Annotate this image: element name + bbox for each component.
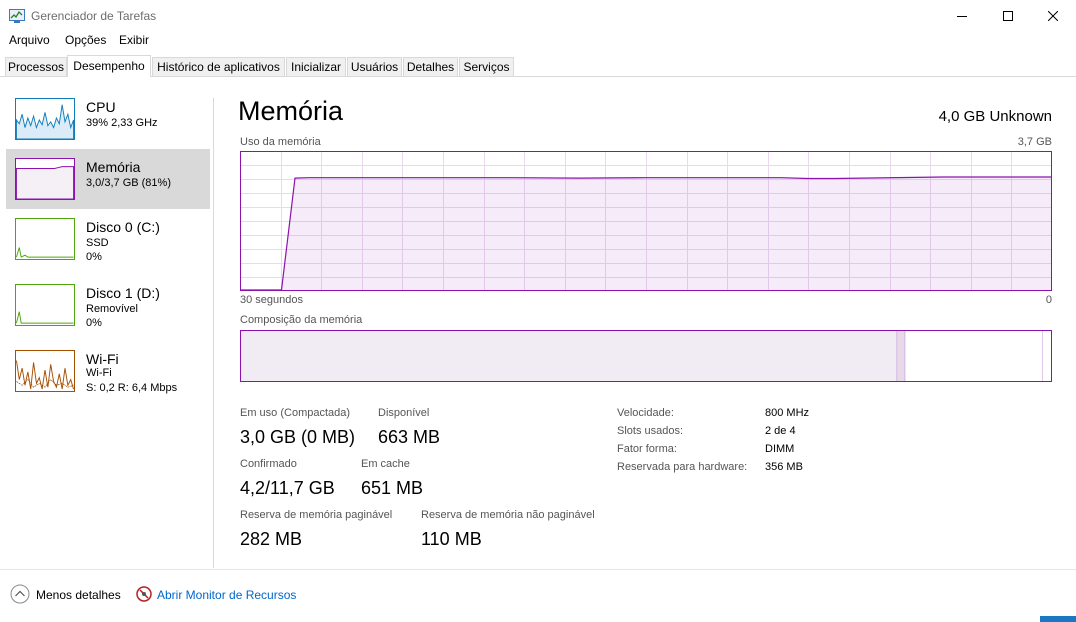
resource-monitor-icon xyxy=(136,586,152,602)
speed-value: 800 MHz xyxy=(765,407,810,419)
hardware-reserved-label: Reservada para hardware: xyxy=(617,461,748,473)
chevron-up-icon[interactable] xyxy=(10,584,30,604)
slots-value: 2 de 4 xyxy=(765,425,796,437)
maximize-button[interactable] xyxy=(985,0,1031,32)
cpu-thumbnail xyxy=(15,98,75,140)
hardware-reserved-value: 356 MB xyxy=(765,461,803,473)
composition-modified-segment xyxy=(897,331,906,381)
available-value: 663 MB xyxy=(378,427,441,447)
composition-in-use-segment xyxy=(241,331,898,381)
speed-label: Velocidade: xyxy=(617,407,674,419)
tab-inicializar[interactable]: Inicializar xyxy=(286,57,346,76)
menu-exibir[interactable]: Exibir xyxy=(119,33,149,47)
menu-opcoes[interactable]: Opções xyxy=(65,33,106,47)
sidebar-item-memoria[interactable]: Memória 3,0/3,7 GB (81%) xyxy=(6,149,210,209)
sidebar-item-detail: S: 0,2 R: 6,4 Mbps xyxy=(86,382,178,394)
memory-composition-bar xyxy=(240,330,1052,382)
committed-value: 4,2/11,7 GB xyxy=(240,478,335,498)
memory-usage-area xyxy=(241,177,1051,290)
composition-standby-segment xyxy=(905,331,1043,381)
composition-free-segment xyxy=(1042,331,1051,381)
cached-value: 651 MB xyxy=(361,478,424,498)
memory-thumbnail xyxy=(15,158,75,200)
minimize-icon xyxy=(957,16,967,17)
sidebar-item-title: Disco 1 (D:) xyxy=(86,285,160,301)
graph-label: Uso da memória xyxy=(240,136,321,148)
nonpaged-pool-value: 110 MB xyxy=(421,529,482,549)
committed-label: Confirmado xyxy=(240,458,297,470)
sidebar-item-detail: 0% xyxy=(86,317,102,329)
tab-strip: Processos Desempenho Histórico de aplica… xyxy=(0,55,1076,77)
footer-divider xyxy=(0,569,1076,570)
title-bar xyxy=(0,0,1076,32)
memory-usage-graph xyxy=(240,151,1052,291)
taskbar-edge xyxy=(1040,616,1076,622)
cached-label: Em cache xyxy=(361,458,410,470)
form-factor-value: DIMM xyxy=(765,443,795,455)
window-title: Gerenciador de Tarefas xyxy=(31,9,157,23)
sidebar-item-title: Wi-Fi xyxy=(86,351,119,367)
graph-max-label: 3,7 GB xyxy=(1017,136,1052,148)
tab-processos[interactable]: Processos xyxy=(5,57,67,76)
disk0-thumbnail xyxy=(15,218,75,260)
maximize-icon xyxy=(1003,11,1013,21)
paged-pool-value: 282 MB xyxy=(240,529,303,549)
wifi-thumbnail xyxy=(15,350,75,392)
form-factor-label: Fator forma: xyxy=(617,443,677,455)
less-details-button[interactable]: Menos detalhes xyxy=(36,588,121,602)
sidebar-item-detail: 39% 2,33 GHz xyxy=(86,117,158,129)
minimize-button[interactable] xyxy=(939,0,985,32)
paged-pool-label: Reserva de memória paginável xyxy=(240,509,393,521)
close-icon xyxy=(1048,11,1058,21)
sidebar-item-cpu[interactable]: CPU 39% 2,33 GHz xyxy=(6,89,210,149)
sidebar-item-detail: SSD xyxy=(86,237,109,249)
page-title: Memória xyxy=(238,96,344,126)
sidebar-item-disco-0[interactable]: Disco 0 (C:) SSD 0% xyxy=(6,209,210,269)
in-use-value: 3,0 GB (0 MB) xyxy=(240,427,356,447)
tab-desempenho[interactable]: Desempenho xyxy=(67,55,151,77)
panel-divider xyxy=(213,98,214,568)
time-left-label: 30 segundos xyxy=(240,294,303,306)
composition-label: Composição da memória xyxy=(240,314,363,326)
nonpaged-pool-label: Reserva de memória não paginável xyxy=(421,509,595,521)
slots-label: Slots usados: xyxy=(617,425,684,437)
time-right-label: 0 xyxy=(1045,294,1052,306)
menu-arquivo[interactable]: Arquivo xyxy=(9,33,50,47)
sidebar-item-title: CPU xyxy=(86,99,116,115)
tab-historico[interactable]: Histórico de aplicativos xyxy=(152,57,285,76)
disk1-thumbnail xyxy=(15,284,75,326)
memory-capacity: 4,0 GB Unknown xyxy=(938,108,1052,125)
sidebar-item-detail: Removível xyxy=(86,303,138,315)
available-label: Disponível xyxy=(378,407,430,419)
sidebar-item-detail: 3,0/3,7 GB (81%) xyxy=(86,177,171,189)
sidebar-item-title: Memória xyxy=(86,159,141,175)
task-manager-icon xyxy=(9,9,25,23)
in-use-label: Em uso (Compactada) xyxy=(240,407,351,419)
sidebar-item-disco-1[interactable]: Disco 1 (D:) Removível 0% xyxy=(6,275,210,335)
sidebar-item-detail: 0% xyxy=(86,251,102,263)
sidebar-item-wifi[interactable]: Wi-Fi Wi-Fi S: 0,2 R: 6,4 Mbps xyxy=(6,341,210,401)
tab-detalhes[interactable]: Detalhes xyxy=(403,57,458,76)
close-button[interactable] xyxy=(1030,0,1076,32)
tab-divider xyxy=(0,76,1076,77)
tab-usuarios[interactable]: Usuários xyxy=(347,57,402,76)
tab-servicos[interactable]: Serviços xyxy=(459,57,514,76)
sidebar-item-detail: Wi-Fi xyxy=(86,367,112,379)
open-resource-monitor-link[interactable]: Abrir Monitor de Recursos xyxy=(157,588,296,602)
sidebar-item-title: Disco 0 (C:) xyxy=(86,219,160,235)
